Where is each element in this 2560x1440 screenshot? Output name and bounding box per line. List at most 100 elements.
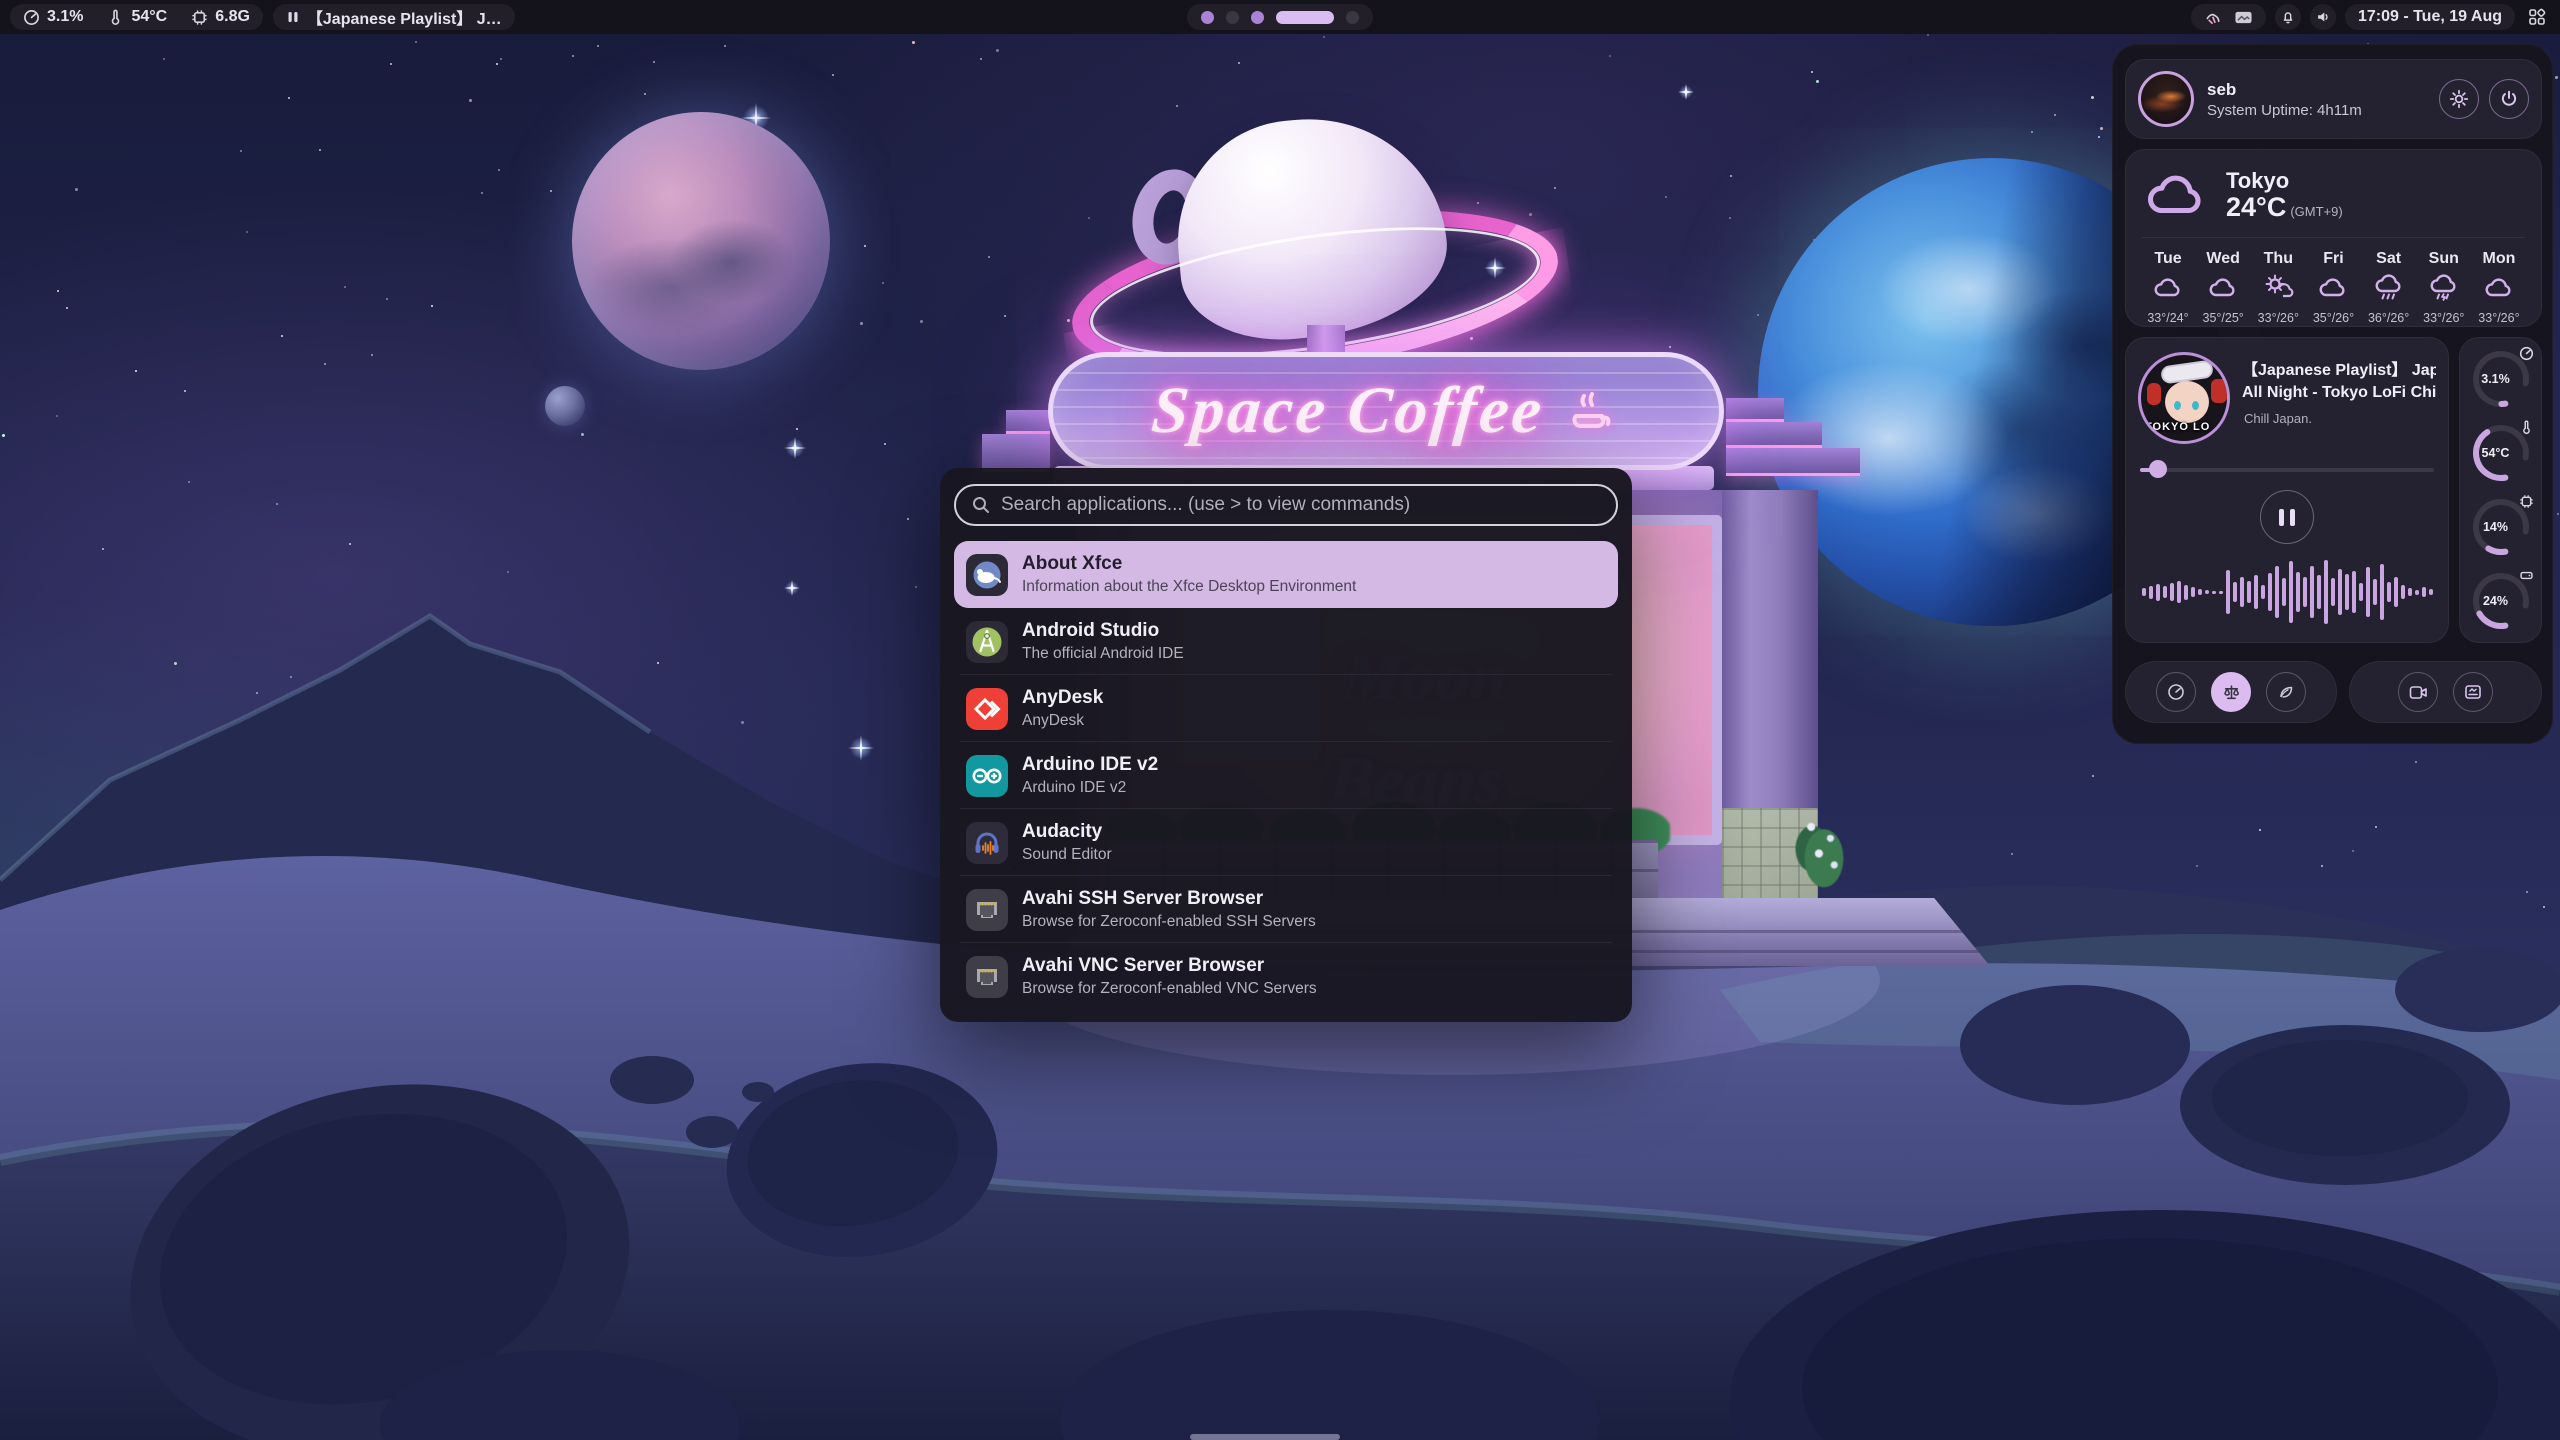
weather-temp: 24°C <box>2226 192 2286 222</box>
app-subtitle: Browse for Zeroconf-enabled SSH Servers <box>1022 913 1316 930</box>
storm-icon <box>2426 272 2462 307</box>
workspace-dot-3[interactable] <box>1251 11 1264 24</box>
power-icon <box>2499 89 2519 109</box>
forecast-day-tue: Tue33°/24° <box>2142 250 2194 325</box>
workspace-dot-5[interactable] <box>1346 11 1359 24</box>
rain-icon <box>2371 272 2407 307</box>
performance-profile-button[interactable] <box>2156 672 2196 712</box>
cpu-usage: 3.1% <box>47 8 83 26</box>
pause-icon <box>286 10 300 24</box>
search-icon <box>971 495 991 515</box>
balanced-profile-button[interactable] <box>2211 672 2251 712</box>
progress-knob[interactable] <box>2149 460 2167 478</box>
small-moon <box>545 386 585 426</box>
launcher-results-list: About XfceInformation about the Xfce Des… <box>954 541 1618 1010</box>
screenshot-button[interactable] <box>2453 672 2493 712</box>
space-coffee-sign: Space Coffee <box>1048 352 1724 470</box>
launcher-item-anydesk[interactable]: AnyDesk AnyDesk <box>954 675 1618 742</box>
control-panel: seb System Uptime: 4h11m Tokyo 24°C(GMT+… <box>2112 44 2553 744</box>
coffee-cup-icon <box>1562 382 1620 440</box>
display-icon <box>2234 9 2253 26</box>
workspace-indicator[interactable] <box>1187 4 1373 30</box>
gauge-thermometer: 54°C <box>2470 422 2532 484</box>
power-profile-row <box>2125 661 2337 723</box>
app-title: AnyDesk <box>1022 688 1103 709</box>
app-subtitle: Sound Editor <box>1022 846 1112 863</box>
app-title: Avahi VNC Server Browser <box>1022 956 1317 977</box>
system-stats-pill[interactable]: 3.1% 54°C 6.8G <box>10 4 263 30</box>
workspace-dot-2[interactable] <box>1226 11 1239 24</box>
gauge-speedometer: 3.1% <box>2470 348 2532 410</box>
forecast-day-sat: Sat36°/26° <box>2363 250 2415 325</box>
forecast-day-mon: Mon33°/26° <box>2473 250 2525 325</box>
powersave-profile-button[interactable] <box>2266 672 2306 712</box>
system-gauges-card: 3.1% 54°C 14% 24% <box>2459 337 2542 643</box>
app-grid-button[interactable] <box>2524 4 2550 30</box>
user-name: seb <box>2207 80 2362 100</box>
music-player-card: TOKYO LO 【Japanese Playlist】 Japan All N… <box>2125 337 2449 643</box>
play-pause-button[interactable] <box>2260 490 2314 544</box>
audio-visualizer <box>2138 554 2436 630</box>
screen-record-button[interactable] <box>2398 672 2438 712</box>
clock-pill[interactable]: 17:09 - Tue, 19 Aug <box>2345 4 2515 30</box>
launcher-item-android-studio[interactable]: Android StudioThe official Android IDE <box>954 608 1618 675</box>
forecast-day-thu: Thu33°/26° <box>2252 250 2304 325</box>
app-icon <box>966 621 1008 663</box>
memory-usage: 6.8G <box>215 8 250 26</box>
power-button[interactable] <box>2489 79 2529 119</box>
volume-button[interactable] <box>2310 4 2336 30</box>
music-progress-bar[interactable] <box>2140 460 2434 478</box>
bell-icon <box>2280 9 2296 25</box>
track-subtitle: Chill Japan. <box>2242 411 2436 426</box>
workspace-dot-1[interactable] <box>1201 11 1214 24</box>
cloud-icon <box>2150 272 2186 307</box>
launcher-item-avahi-ssh-server-browser[interactable]: Avahi SSH Server BrowserBrowse for Zeroc… <box>954 876 1618 943</box>
album-art: TOKYO LO <box>2138 352 2230 444</box>
search-placeholder: Search applications... (use > to view co… <box>1001 494 1410 516</box>
tray-pill[interactable] <box>2191 4 2266 30</box>
video-camera-icon <box>2409 684 2428 701</box>
forecast-day-fri: Fri35°/26° <box>2307 250 2359 325</box>
floating-cup <box>1085 125 1565 385</box>
speedometer-icon <box>2167 683 2185 701</box>
app-subtitle: Arduino IDE v2 <box>1022 779 1158 796</box>
system-uptime: System Uptime: 4h11m <box>2207 102 2362 119</box>
app-icon <box>966 889 1008 931</box>
app-title: Arduino IDE v2 <box>1022 755 1158 776</box>
top-bar: 3.1% 54°C 6.8G 【Japanese Playlist】 J… 17… <box>0 0 2560 34</box>
app-subtitle: Browse for Zeroconf-enabled VNC Servers <box>1022 980 1317 997</box>
gear-icon <box>2449 89 2469 109</box>
dock-hint[interactable] <box>1190 1434 1340 1440</box>
app-subtitle: AnyDesk <box>1022 712 1103 729</box>
scales-icon <box>2222 683 2241 702</box>
workspace-dot-4[interactable] <box>1276 11 1334 24</box>
launcher-item-about-xfce[interactable]: About XfceInformation about the Xfce Des… <box>954 541 1618 608</box>
launcher-item-audacity[interactable]: Audacity Sound Editor <box>954 809 1618 876</box>
gauge-disk: 24% <box>2470 570 2532 632</box>
launcher-item-avahi-vnc-server-browser[interactable]: Avahi VNC Server Browser Browse for Zeroc… <box>954 943 1618 1010</box>
app-launcher: Search applications... (use > to view co… <box>940 468 1632 1022</box>
clock-label: 17:09 - Tue, 19 Aug <box>2358 8 2502 26</box>
app-title: About Xfce <box>1022 554 1356 575</box>
notifications-button[interactable] <box>2275 4 2301 30</box>
forecast-day-wed: Wed35°/25° <box>2197 250 2249 325</box>
cpu-speedometer-icon <box>23 9 40 26</box>
speaker-icon <box>2315 9 2331 25</box>
utility-row <box>2349 661 2542 723</box>
gauge-chip: 14% <box>2470 496 2532 558</box>
weather-timezone: (GMT+9) <box>2290 204 2342 219</box>
launcher-item-arduino-ide-v2[interactable]: Arduino IDE v2 Arduino IDE v2 <box>954 742 1618 809</box>
track-title-line1: 【Japanese Playlist】 Japan <box>2242 360 2436 382</box>
app-title: Audacity <box>1022 822 1112 843</box>
grid-icon <box>2528 8 2546 26</box>
app-icon <box>966 822 1008 864</box>
now-playing-pill[interactable]: 【Japanese Playlist】 J… <box>273 4 515 30</box>
weather-card: Tokyo 24°C(GMT+9) Tue33°/24°Wed35°/25°Th… <box>2125 149 2542 327</box>
screenshot-icon <box>2464 683 2482 701</box>
cloud-icon <box>2315 272 2351 307</box>
app-title: Android Studio <box>1022 621 1184 642</box>
launcher-search-input[interactable]: Search applications... (use > to view co… <box>954 484 1618 526</box>
app-icon <box>966 688 1008 730</box>
settings-button[interactable] <box>2439 79 2479 119</box>
suncloud-icon <box>2260 272 2296 307</box>
